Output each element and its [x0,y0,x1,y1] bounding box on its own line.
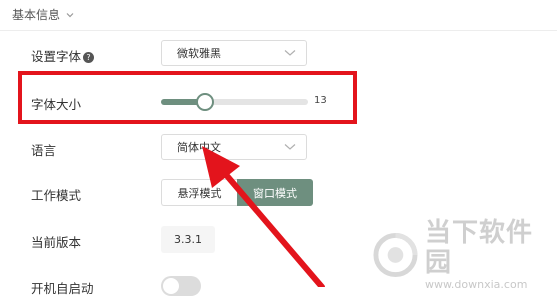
watermark-title: 当下软件园 [424,218,533,278]
watermark-logo-icon [373,232,418,278]
watermark: 当下软件园 www.downxia.com [372,218,557,292]
watermark-url: www.downxia.com [424,278,528,291]
